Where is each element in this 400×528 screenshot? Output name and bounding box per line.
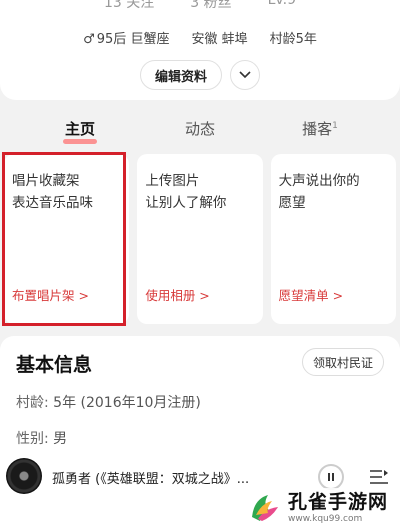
- followers-count[interactable]: 3 粉丝: [190, 0, 231, 12]
- pause-icon[interactable]: [318, 464, 344, 490]
- card-subtitle: 表达音乐品味: [12, 195, 93, 211]
- site-watermark: 孔雀手游网 www.kqu99.com: [248, 488, 398, 528]
- upload-photo-card[interactable]: 上传图片 让别人了解你 使用相册 >: [137, 154, 263, 324]
- profile-card: 13 关注 3 粉丝 Lv.9 ♂ 95后 巨蟹座 安徽 蚌埠 村龄5年 编辑资料: [0, 0, 400, 100]
- level-badge: Lv.9: [267, 0, 296, 8]
- age-sign: ♂ 95后 巨蟹座: [83, 32, 170, 47]
- album-cover[interactable]: [6, 458, 42, 494]
- watermark-name: 孔雀手游网: [288, 490, 389, 513]
- male-icon: ♂: [83, 32, 95, 47]
- watermark-url: www.kqu99.com: [288, 513, 363, 524]
- following-count[interactable]: 13 关注: [104, 0, 154, 12]
- playlist-icon[interactable]: [368, 466, 390, 488]
- wish-card[interactable]: 大声说出你的 愿望 愿望清单 >: [270, 154, 396, 324]
- tab-home[interactable]: 主页: [35, 118, 125, 148]
- arrange-record-shelf-link[interactable]: 布置唱片架 >: [12, 285, 89, 304]
- card-subtitle: 让别人了解你: [145, 195, 227, 211]
- card-title: 上传图片: [145, 173, 200, 189]
- claim-village-card-button[interactable]: 领取村民证: [301, 348, 384, 376]
- profile-stats: 13 关注 3 粉丝 Lv.9: [0, 0, 400, 12]
- card-title: 唱片收藏架: [12, 173, 80, 189]
- chevron-down-icon[interactable]: [230, 60, 260, 90]
- gender-row: 性别: 男: [16, 431, 68, 447]
- tab-podcast[interactable]: 播客1: [275, 118, 365, 148]
- peacock-logo-icon: [252, 495, 278, 521]
- feature-cards: 唱片收藏架 表达音乐品味 布置唱片架 > 上传图片 让别人了解你 使用相册 > …: [4, 154, 396, 324]
- village-age-row: 村龄: 5年 (2016年10月注册): [16, 395, 201, 411]
- podcast-badge: 1: [332, 121, 338, 131]
- edit-profile-button[interactable]: 编辑资料: [139, 60, 222, 90]
- profile-meta: ♂ 95后 巨蟹座 安徽 蚌埠 村龄5年: [0, 28, 400, 47]
- card-title: 大声说出你的: [278, 173, 360, 189]
- use-album-link[interactable]: 使用相册 >: [145, 285, 209, 304]
- song-title[interactable]: 孤勇者 (《英雄联盟：双城之战》...: [52, 468, 249, 487]
- village-age: 村龄5年: [269, 32, 317, 47]
- basic-info-title: 基本信息: [16, 354, 93, 376]
- location: 安徽 蚌埠: [191, 32, 248, 47]
- card-subtitle: 愿望: [278, 195, 306, 211]
- edit-row: 编辑资料: [0, 60, 400, 90]
- tab-activity[interactable]: 动态: [155, 118, 245, 148]
- wish-list-link[interactable]: 愿望清单 >: [279, 285, 343, 304]
- record-shelf-card[interactable]: 唱片收藏架 表达音乐品味 布置唱片架 >: [4, 154, 130, 324]
- profile-tabs: 主页 动态 播客1: [0, 118, 400, 148]
